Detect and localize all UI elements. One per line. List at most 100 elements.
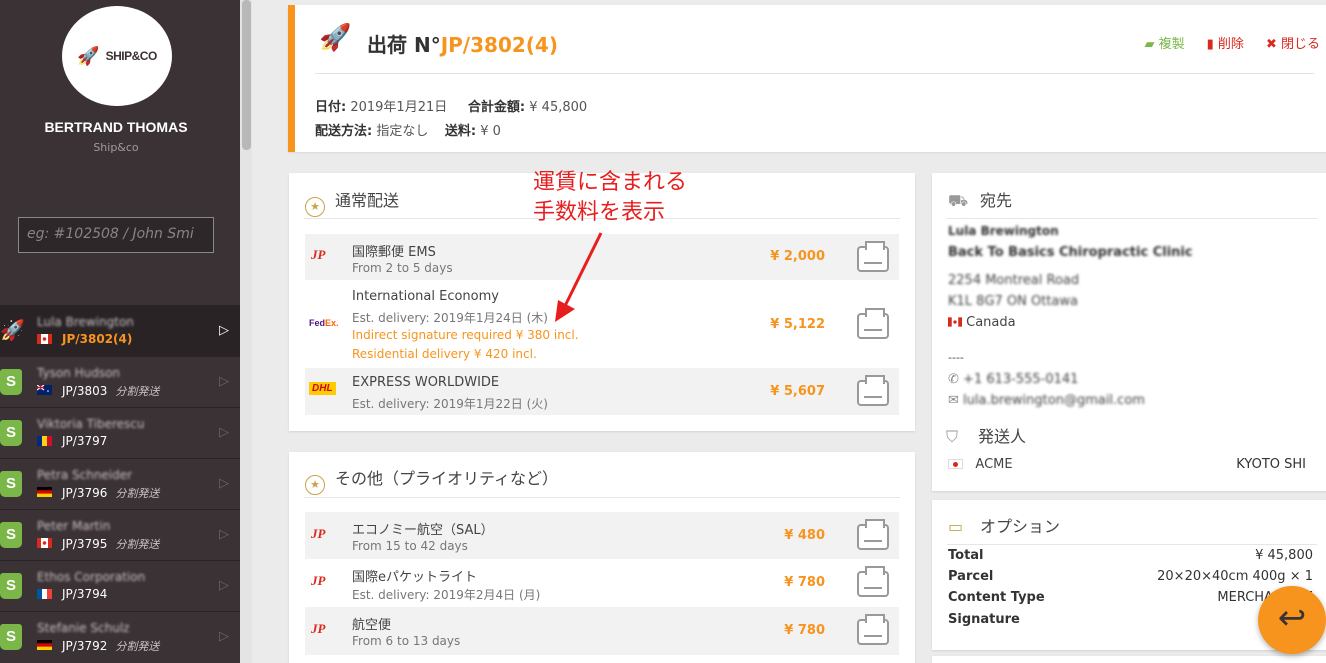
flag-ca-icon: [37, 538, 52, 548]
chevron-right-icon: ▷: [219, 578, 229, 593]
shipment-number: JP/3796 分割発送: [62, 486, 160, 500]
date-total-line: 日付: 2019年1月21日 合計金額: ¥ 45,800: [315, 100, 588, 115]
map-icon: ⛉: [946, 427, 959, 446]
flag-jp-icon: [948, 459, 963, 469]
phone-icon: ✆: [948, 372, 959, 387]
company-logo[interactable]: 🚀 SHIP&CO: [62, 6, 172, 106]
shipment-number: JP/3792 分割発送: [62, 639, 160, 653]
method-fee-line: 配送方法: 指定なし 送料: ¥ 0: [315, 124, 501, 139]
sidebar-scrollbar[interactable]: [242, 0, 251, 150]
flag-fr-icon: [37, 589, 52, 599]
japan-post-icon: JP: [311, 247, 326, 262]
shipment-item[interactable]: S Peter Martin JP/3795 分割発送 ▷: [0, 509, 240, 560]
card-title: ▭ オプション: [948, 517, 1061, 536]
rate-sub: From 2 to 5 days: [352, 261, 453, 275]
recipient-address-line2: K1L 8G7 ON Ottawa: [948, 294, 1078, 309]
printer-icon[interactable]: [857, 614, 889, 645]
rate-name: エコノミー航空（SAL）: [352, 523, 494, 538]
shipment-item[interactable]: S Ethos Corporation JP/3794 ▷: [0, 560, 240, 611]
shipment-number: JP/3795 分割発送: [62, 537, 160, 551]
chevron-right-icon: ▷: [219, 527, 229, 542]
shipment-number: JP/3802(4): [62, 332, 133, 346]
recipient-address-line1: 2254 Montreal Road: [948, 273, 1080, 288]
shipment-item[interactable]: S Petra Schneider JP/3796 分割発送 ▷: [0, 458, 240, 509]
option-label: Signature: [948, 612, 1020, 627]
shopify-icon: S: [0, 420, 22, 446]
rate-sub: Est. delivery: 2019年1月22日 (火): [352, 397, 548, 411]
shipment-name: Tyson Hudson: [37, 366, 121, 380]
card-title: ★ その他（プライオリティなど）: [305, 465, 558, 495]
divider: [304, 497, 900, 498]
japan-post-icon: JP: [311, 526, 326, 541]
printer-icon[interactable]: [857, 375, 889, 406]
logo-text: SHIP&CO: [105, 49, 158, 63]
rate-name: 国際郵便 EMS: [352, 245, 436, 260]
shipment-header: 🚀 出荷 N°JP/3802(4) ▰ 複製 ▮ 削除 ✖ 閉じる 日付: 20…: [288, 5, 1326, 152]
divider: [315, 73, 1314, 74]
flag-ca-icon: [948, 317, 962, 327]
shipment-number: JP/3803 分割発送: [62, 384, 160, 398]
rate-price: ¥ 780: [784, 575, 825, 590]
trash-icon: ▮: [1206, 37, 1214, 52]
option-value: 20×20×40cm 400g × 1: [1157, 569, 1313, 584]
printer-icon[interactable]: [857, 519, 889, 550]
flag-de-icon: [37, 487, 52, 497]
rate-name: 国際eパケットライト: [352, 570, 477, 585]
shipment-name: Viktoria Tiberescu: [37, 417, 145, 431]
annotation-text: 運賃に含まれる 手数料を表示: [533, 170, 688, 225]
rate-row[interactable]: JP 航空便 From 6 to 13 days ¥ 780: [305, 607, 899, 655]
rate-name: International Economy: [352, 289, 499, 304]
option-label: Total: [948, 548, 984, 563]
rate-name: 航空便: [352, 618, 392, 633]
sidebar: 🚀 SHIP&CO BERTRAND THOMAS Ship&co eg: #1…: [0, 0, 240, 663]
close-button[interactable]: ✖ 閉じる: [1266, 33, 1320, 52]
rate-row[interactable]: DHL EXPRESS WORLDWIDE Est. delivery: 201…: [305, 368, 899, 415]
recipient-email: ✉ lula.brewington@gmail.com: [948, 393, 1145, 408]
shipment-item[interactable]: S Stefanie Schulz JP/3792 分割発送 ▷: [0, 611, 240, 662]
fedex-icon: FedEx.: [309, 318, 339, 328]
rate-note: Residential delivery ¥ 420 incl.: [352, 347, 537, 361]
user-company: Ship&co: [93, 141, 139, 154]
option-label: Content Type: [948, 590, 1045, 605]
rate-price: ¥ 5,607: [770, 384, 825, 399]
card-title: ⛟ 宛先: [948, 191, 1013, 210]
shipment-item[interactable]: 🚀 Lula Brewington JP/3802(4) ▷: [0, 305, 240, 356]
chevron-right-icon: ▷: [219, 629, 229, 644]
copy-button[interactable]: ▰ 複製: [1144, 33, 1184, 52]
sender-city: KYOTO SHI: [1236, 457, 1306, 472]
shopify-icon: S: [0, 471, 22, 497]
rate-row[interactable]: JP エコノミー航空（SAL） From 15 to 42 days ¥ 480: [305, 512, 899, 559]
printer-icon[interactable]: [857, 566, 889, 597]
rate-row[interactable]: JP 国際eパケットライト Est. delivery: 2019年2月4日 (…: [305, 559, 899, 607]
rocket-icon: 🚀: [77, 45, 100, 67]
flag-de-icon: [37, 640, 52, 650]
star-badge-icon: ★: [305, 475, 325, 495]
shipment-name: Peter Martin: [37, 519, 111, 533]
card-title: ★ 通常配送: [305, 187, 399, 217]
recipient-company: Back To Basics Chiropractic Clinic: [948, 245, 1193, 260]
delete-button[interactable]: ▮ 削除: [1207, 33, 1244, 52]
rate-sub: From 6 to 13 days: [352, 634, 461, 648]
rate-note: Indirect signature required ¥ 380 incl.: [352, 328, 579, 342]
rate-sub: From 15 to 42 days: [352, 539, 468, 553]
rate-price: ¥ 5,122: [770, 317, 825, 332]
japan-post-icon: JP: [311, 621, 326, 636]
shipment-name: Ethos Corporation: [37, 570, 146, 584]
option-value: ¥ 45,800: [1255, 548, 1313, 563]
rocket-icon: 🚀: [319, 23, 352, 53]
rate-price: ¥ 780: [784, 623, 825, 638]
sender-title: ⛉ 発送人: [946, 427, 1027, 446]
shipment-item[interactable]: S Tyson Hudson JP/3803 分割発送 ▷: [0, 356, 240, 407]
shipment-number: JP/3794: [62, 587, 108, 601]
star-badge-icon: ★: [305, 197, 325, 217]
recipient-country: Canada: [948, 315, 1016, 330]
printer-icon[interactable]: [857, 308, 889, 339]
chevron-right-icon: ▷: [219, 374, 229, 389]
printer-icon[interactable]: [857, 241, 889, 272]
flag-ro-icon: [37, 436, 52, 446]
shipment-item[interactable]: S Viktoria Tiberescu JP/3797 ▷: [0, 407, 240, 458]
search-input[interactable]: eg: #102508 / John Smi: [18, 217, 214, 253]
chevron-right-icon: ▷: [219, 476, 229, 491]
return-button[interactable]: ↩: [1258, 586, 1326, 654]
divider: [947, 544, 1317, 545]
